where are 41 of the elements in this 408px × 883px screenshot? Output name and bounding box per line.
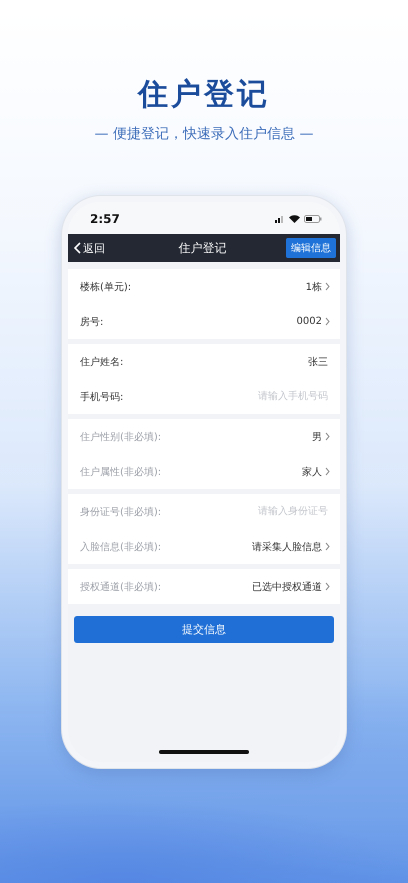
submit-button[interactable]: 提交信息 — [74, 616, 334, 643]
back-icon — [74, 242, 81, 254]
headline: 住户登记 — [138, 76, 270, 114]
field-label: 住户姓名: — [80, 356, 124, 368]
input-field[interactable]: 请输入手机号码 — [216, 390, 330, 403]
field-label: 手机号码: — [80, 390, 124, 404]
field-value: 1栋 — [306, 280, 322, 294]
chevron-icon — [325, 582, 330, 591]
select-row[interactable]: 住户性别(非必填): 男 — [68, 419, 340, 454]
field-label: 授权通道(非必填): — [80, 580, 162, 594]
wifi-icon — [289, 215, 300, 223]
chevron-icon — [325, 317, 330, 326]
chevron-icon — [325, 542, 330, 551]
field-label: 住户属性(非必填): — [80, 466, 162, 478]
field-label: 房号: — [80, 316, 104, 328]
edit-button[interactable]: 编辑信息 — [286, 238, 336, 258]
select-row[interactable]: 入脸信息(非必填): 请采集人脸信息 — [68, 529, 340, 564]
field-value: 家人 — [302, 466, 322, 478]
field-label: 楼栋(单元): — [80, 280, 132, 294]
field-label: 住户性别(非必填): — [80, 430, 162, 444]
field-value: 男 — [312, 430, 322, 444]
field-value: 0002 — [296, 316, 322, 327]
field-label: 入脸信息(非必填): — [80, 540, 162, 554]
select-row[interactable]: 楼栋(单元): 1栋 — [68, 269, 340, 304]
chevron-icon — [325, 467, 330, 476]
battery-icon — [304, 215, 322, 223]
input-field[interactable]: 张三 — [216, 355, 330, 368]
select-row[interactable]: 授权通道(非必填): 已选中授权通道 — [68, 569, 340, 604]
field-value: 请采集人脸信息 — [252, 540, 322, 554]
input-field[interactable]: 请输入身份证号 — [216, 505, 330, 518]
nav-title: 住户登记 — [178, 240, 226, 256]
field-label: 身份证号(非必填): — [80, 506, 162, 518]
select-row[interactable]: 住户属性(非必填): 家人 — [68, 454, 340, 489]
chevron-icon — [325, 282, 330, 291]
subtitle: — 便捷登记，快速录入住户信息 — — [94, 125, 314, 143]
signal-icon — [275, 215, 285, 223]
select-row[interactable]: 房号: 0002 — [68, 304, 340, 339]
status-time: 2:57 — [90, 212, 120, 226]
chevron-icon — [325, 432, 330, 441]
field-value: 已选中授权通道 — [252, 580, 322, 594]
back-button[interactable]: 返回 — [74, 240, 105, 256]
